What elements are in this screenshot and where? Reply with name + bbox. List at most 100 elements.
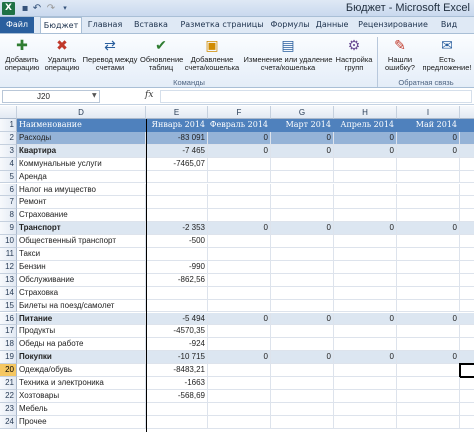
cell-f24[interactable]	[208, 415, 271, 429]
row-header[interactable]: 23	[0, 402, 17, 416]
cell-e15[interactable]	[146, 299, 208, 313]
cell-f17[interactable]	[208, 325, 271, 339]
tab-formulas[interactable]: Формулы	[268, 17, 312, 33]
cell-f10[interactable]	[208, 235, 271, 248]
cell-h22[interactable]	[334, 389, 397, 403]
cell-h3[interactable]: 0	[334, 144, 397, 158]
cell-g9[interactable]: 0	[271, 222, 334, 236]
cell-f2[interactable]: 0	[208, 131, 271, 145]
cell-j24[interactable]	[460, 416, 474, 429]
cell-i19[interactable]: 0	[397, 351, 460, 365]
cell-h21[interactable]	[334, 377, 397, 390]
add-operation-button[interactable]: ✚ Добавить операцию	[2, 36, 42, 80]
cell-h15[interactable]	[334, 299, 397, 313]
cell-i21[interactable]	[397, 377, 460, 390]
redo-icon[interactable]: ↷	[45, 2, 57, 15]
cell-e19[interactable]: -10 715	[146, 351, 208, 365]
cell-g23[interactable]	[271, 402, 334, 416]
cell-i6[interactable]	[397, 183, 460, 197]
row-header[interactable]: 13	[0, 273, 17, 287]
cell-d1[interactable]: Наименование	[17, 119, 146, 132]
cell-g20[interactable]	[271, 364, 334, 377]
delete-operation-button[interactable]: ✖ Удалить операцию	[43, 36, 81, 80]
cell-e1[interactable]: Январь 2014	[146, 119, 208, 132]
cell-f9[interactable]: 0	[208, 222, 271, 236]
cell-h9[interactable]: 0	[334, 222, 397, 236]
refresh-tables-button[interactable]: ✔ Обновление таблиц	[140, 36, 183, 80]
cell-j8[interactable]	[460, 209, 474, 223]
cell-g5[interactable]	[271, 170, 334, 184]
row-header[interactable]: 24	[0, 415, 17, 429]
cell-j6[interactable]	[460, 184, 474, 197]
cell-j7[interactable]	[460, 196, 474, 210]
cell-d19[interactable]: Покупки	[17, 351, 146, 365]
cell-e9[interactable]: -2 353	[146, 222, 208, 236]
row-header[interactable]: 18	[0, 338, 17, 352]
cell-i14[interactable]	[397, 286, 460, 300]
cell-j13[interactable]	[460, 274, 474, 287]
cell-i2[interactable]: 0	[397, 131, 460, 145]
tab-home[interactable]: Главная	[84, 17, 126, 33]
cell-h2[interactable]: 0	[334, 131, 397, 145]
column-header-j[interactable]: J	[460, 106, 474, 119]
cell-g16[interactable]: 0	[271, 312, 334, 326]
cell-i17[interactable]	[397, 325, 460, 339]
cell-e20[interactable]: -8483,21	[146, 364, 208, 377]
column-header-i[interactable]: I	[397, 106, 460, 119]
cell-d4[interactable]: Коммунальные услуги	[17, 157, 146, 171]
cell-i7[interactable]	[397, 196, 460, 210]
cell-e11[interactable]	[146, 248, 208, 261]
cell-j2[interactable]	[460, 131, 474, 145]
cell-f13[interactable]	[208, 273, 271, 287]
cell-f21[interactable]	[208, 377, 271, 390]
cell-d16[interactable]: Питание	[17, 312, 146, 326]
cell-j16[interactable]	[460, 312, 474, 326]
cell-e24[interactable]	[146, 415, 208, 429]
cell-e16[interactable]: -5 494	[146, 312, 208, 326]
chevron-down-icon[interactable]: ▼	[92, 92, 97, 99]
undo-icon[interactable]: ↶	[31, 2, 43, 15]
column-header-h[interactable]: H	[334, 106, 397, 119]
cell-f3[interactable]: 0	[208, 144, 271, 158]
cell-e18[interactable]: -924	[146, 338, 208, 352]
cell-h18[interactable]	[334, 338, 397, 352]
cell-d7[interactable]: Ремонт	[17, 196, 146, 210]
name-box[interactable]: J20	[2, 90, 100, 103]
cell-i4[interactable]	[397, 157, 460, 171]
tab-budget[interactable]: Бюджет	[40, 17, 82, 34]
row-header[interactable]: 12	[0, 260, 17, 274]
cell-f7[interactable]	[208, 196, 271, 210]
cell-f14[interactable]	[208, 286, 271, 300]
cell-f1[interactable]: Февраль 2014	[208, 119, 271, 132]
row-header[interactable]: 10	[0, 235, 17, 248]
cell-f16[interactable]: 0	[208, 312, 271, 326]
cell-g13[interactable]	[271, 273, 334, 287]
cell-j22[interactable]	[460, 390, 474, 403]
tab-review[interactable]: Рецензирование	[354, 17, 432, 33]
cell-e7[interactable]	[146, 196, 208, 210]
formula-input[interactable]	[160, 90, 472, 103]
cell-d2[interactable]: Расходы	[17, 131, 146, 145]
found-error-button[interactable]: ✎ Нашли ошибку?	[380, 36, 420, 80]
cell-j23[interactable]	[460, 403, 474, 416]
cell-f19[interactable]: 0	[208, 351, 271, 365]
row-header[interactable]: 14	[0, 286, 17, 300]
cell-f6[interactable]	[208, 183, 271, 197]
cell-f20[interactable]	[208, 364, 271, 377]
cell-h19[interactable]: 0	[334, 351, 397, 365]
cell-d3[interactable]: Квартира	[17, 144, 146, 158]
cell-e3[interactable]: -7 465	[146, 144, 208, 158]
cell-g19[interactable]: 0	[271, 351, 334, 365]
cell-i11[interactable]	[397, 248, 460, 261]
cell-j18[interactable]	[460, 338, 474, 352]
edit-wallet-button[interactable]: ▤ Изменение или удаление счета/кошелька	[243, 36, 333, 80]
cell-h12[interactable]	[334, 260, 397, 274]
cell-i24[interactable]	[397, 415, 460, 429]
cell-i23[interactable]	[397, 402, 460, 416]
cell-d9[interactable]: Транспорт	[17, 222, 146, 236]
cell-j1[interactable]: Июн	[460, 119, 474, 132]
cell-g11[interactable]	[271, 248, 334, 261]
cell-i3[interactable]: 0	[397, 144, 460, 158]
excel-icon[interactable]: X	[2, 2, 15, 15]
cell-h14[interactable]	[334, 286, 397, 300]
